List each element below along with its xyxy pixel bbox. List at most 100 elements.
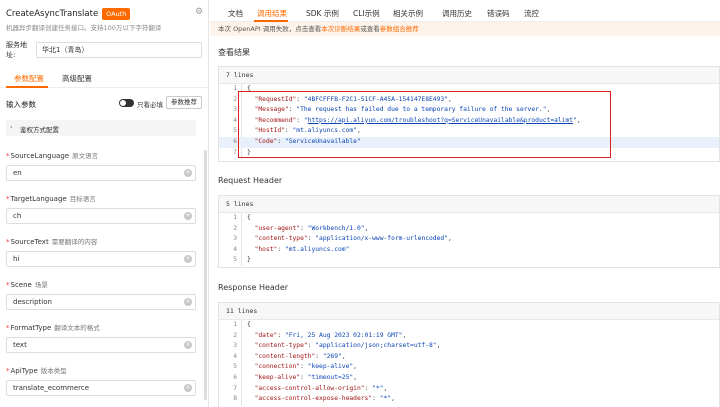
required-star: * xyxy=(6,238,10,246)
active-tab-indicator xyxy=(6,86,48,88)
code-line: 4 "content-length": "269", xyxy=(219,352,719,363)
clear-icon[interactable]: × xyxy=(184,298,192,306)
line-number: 3 xyxy=(233,342,237,350)
code-text: "host": "mt.aliyuncs.com" xyxy=(247,245,350,256)
result-panel: 文档 调用结果 SDK 示例 CLI示例 相关示例 调用历史 错误码 流控 本次… xyxy=(210,0,720,407)
json-punct: : xyxy=(364,384,373,392)
line-number: 6 xyxy=(233,137,237,145)
field-label: *SourceText 需要翻译的内容 xyxy=(6,236,196,248)
json-punct: , xyxy=(353,373,357,381)
json-punct: , xyxy=(364,224,369,232)
highlight-box xyxy=(238,91,611,158)
code-line: 2 "date": "Fri, 25 Aug 2023 02:01:19 GMT… xyxy=(219,331,719,342)
field-target-language: *TargetLanguage 目标语言 ch × xyxy=(6,193,196,224)
json-punct: } xyxy=(247,256,251,264)
json-value: "timeout=25" xyxy=(307,373,354,381)
api-type-input[interactable]: translate_ecommerce × xyxy=(6,380,196,396)
clear-icon[interactable]: × xyxy=(184,169,192,177)
required-only-label: 只看必填 xyxy=(137,101,163,109)
field-name: SourceLanguage xyxy=(10,152,70,160)
required-star: * xyxy=(6,152,10,160)
code-text: { xyxy=(247,213,251,224)
clear-icon[interactable]: × xyxy=(184,341,192,349)
field-value: en xyxy=(13,169,22,177)
json-key: "keep-alive" xyxy=(247,373,301,381)
tab-call-result[interactable]: 调用结果 xyxy=(257,8,287,19)
field-source-text: *SourceText 需要翻译的内容 hi × xyxy=(6,236,196,267)
tab-sdk-example[interactable]: SDK 示例 xyxy=(306,8,339,19)
gear-icon[interactable]: ⚙ xyxy=(194,7,204,17)
source-text-input[interactable]: hi × xyxy=(6,251,196,267)
region-select[interactable]: 华北1（青岛） xyxy=(36,42,202,58)
tab-call-history[interactable]: 调用历史 xyxy=(442,8,472,19)
tab-related-example[interactable]: 相关示例 xyxy=(393,8,423,19)
code-line: 7 "access-control-allow-origin": "*", xyxy=(219,384,719,395)
param-combo-link[interactable]: 参数组合推荐 xyxy=(380,25,419,33)
chevron-right-icon: › xyxy=(10,123,13,131)
json-value: "*" xyxy=(379,395,392,403)
code-text: "keep-alive": "timeout=25", xyxy=(247,373,357,384)
request-header-code-box: 5 lines 1{2 "user-agent": "Workbench/1.0… xyxy=(218,195,720,268)
field-value: text xyxy=(13,341,27,349)
tab-docs[interactable]: 文档 xyxy=(228,8,243,19)
tab-cli-example[interactable]: CLI示例 xyxy=(353,8,380,19)
json-value: "keep-alive" xyxy=(307,363,354,371)
left-scrollbar[interactable] xyxy=(204,150,207,400)
code-text: "user-agent": "Workbench/1.0", xyxy=(247,224,369,235)
api-description: 机器异步翻译创建任务接口。支持100万以下字符翻译 xyxy=(6,24,162,32)
line-count: 11 lines xyxy=(219,303,719,320)
field-desc: 场景 xyxy=(34,281,48,289)
code-text: "content-type": "application/json;charse… xyxy=(247,341,441,352)
diagnosis-link[interactable]: 本次诊断结果 xyxy=(321,25,360,33)
param-recommend-button[interactable]: 参数推荐 xyxy=(166,96,202,109)
line-number: 6 xyxy=(233,373,237,381)
oauth-badge[interactable]: OAuth xyxy=(102,8,131,20)
field-name: FormatType xyxy=(10,324,52,332)
clear-icon[interactable]: × xyxy=(184,255,192,263)
required-only-toggle[interactable] xyxy=(119,99,134,107)
json-value: "Fri, 25 Aug 2023 02:01:19 GMT" xyxy=(284,331,403,339)
auth-section[interactable]: › 鉴权方式配置 xyxy=(6,120,196,136)
field-desc: 目标语言 xyxy=(69,195,96,203)
param-tabs: 参数配置 高级配置 xyxy=(0,70,208,88)
scene-input[interactable]: description × xyxy=(6,294,196,310)
code-text: "content-type": "application/x-www-form-… xyxy=(247,234,452,245)
json-value: "application/json;charset=utf-8" xyxy=(315,342,437,350)
json-punct: , xyxy=(402,331,407,339)
code-line: 5} xyxy=(219,255,719,266)
field-format-type: *FormatType 翻译文本的格式 text × xyxy=(6,322,196,353)
tab-advanced-config[interactable]: 高级配置 xyxy=(62,73,92,84)
json-punct: : xyxy=(300,224,308,232)
json-punct: , xyxy=(447,235,452,243)
field-api-type: *ApiType 版本类型 translate_ecommerce × xyxy=(6,365,196,396)
format-type-input[interactable]: text × xyxy=(6,337,196,353)
field-label: *TargetLanguage 目标语言 xyxy=(6,193,196,205)
required-star: * xyxy=(6,324,10,332)
auth-section-label: 鉴权方式配置 xyxy=(20,126,59,134)
json-key: "content-type" xyxy=(247,235,308,243)
json-punct: { xyxy=(247,321,251,328)
line-count: 7 lines xyxy=(219,67,719,84)
tab-rate-limit[interactable]: 流控 xyxy=(524,8,539,19)
api-header: CreateAsyncTranslate OAuth ⚙ xyxy=(6,7,204,21)
json-punct: : xyxy=(300,373,308,381)
clear-icon[interactable]: × xyxy=(184,212,192,220)
line-number: 4 xyxy=(233,245,237,253)
source-language-input[interactable]: en × xyxy=(6,165,196,181)
code-line: 5 "connection": "keep-alive", xyxy=(219,362,719,373)
tab-error-codes[interactable]: 错误码 xyxy=(487,8,510,19)
response-header-code-box: 11 lines 1{2 "date": "Fri, 25 Aug 2023 0… xyxy=(218,302,720,407)
json-value: "application/x-www-form-urlencoded" xyxy=(315,235,448,243)
clear-icon[interactable]: × xyxy=(184,384,192,392)
code-lines: 1{2 "user-agent": "Workbench/1.0", 3 "con… xyxy=(219,213,719,266)
json-punct: , xyxy=(383,384,388,392)
code-text: "access-control-expose-headers": "*", xyxy=(247,394,395,405)
target-language-input[interactable]: ch × xyxy=(6,208,196,224)
line-number: 8 xyxy=(233,395,237,403)
code-line: 1{ xyxy=(219,213,719,224)
line-number: 3 xyxy=(233,106,237,114)
line-number: 4 xyxy=(233,352,237,360)
line-number: 1 xyxy=(233,85,237,92)
tab-param-config[interactable]: 参数配置 xyxy=(14,73,44,84)
field-label: *SourceLanguage 原文语言 xyxy=(6,150,196,162)
